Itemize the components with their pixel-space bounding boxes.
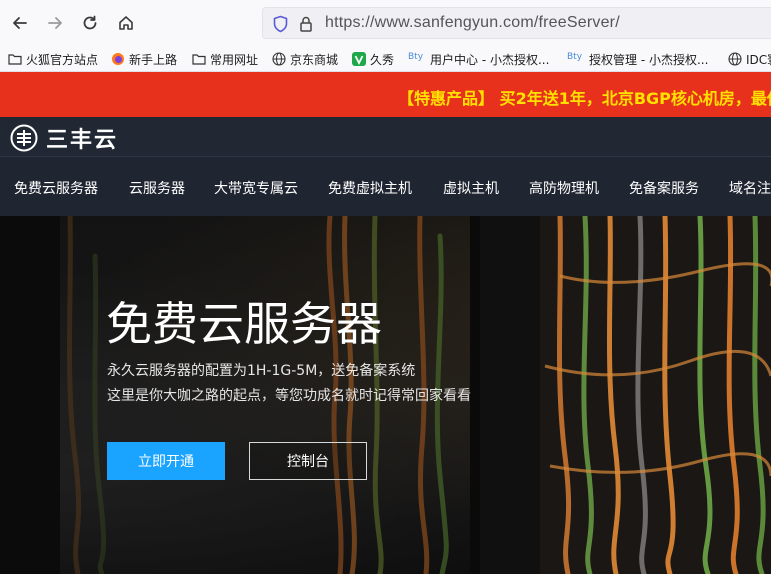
console-button[interactable]: 控制台 xyxy=(249,442,367,480)
url-text[interactable]: https://www.sanfengyun.com/freeServer/ xyxy=(325,14,620,32)
forward-button[interactable] xyxy=(41,9,69,37)
bookmark-item[interactable]: Bty 授权管理 - 小杰授权... xyxy=(567,50,708,68)
nav-item-bandwidth-cloud[interactable]: 大带宽专属云 xyxy=(214,178,298,198)
globe-icon xyxy=(728,52,742,66)
nav-item-free-cloud-server[interactable]: 免费云服务器 xyxy=(14,178,98,198)
bookmark-item[interactable]: IDC寰 xyxy=(728,50,771,68)
firefox-icon xyxy=(112,53,124,65)
bty-icon: Bty xyxy=(408,52,424,62)
lock-icon[interactable] xyxy=(299,15,313,33)
bookmark-item[interactable]: Bty 用户中心 - 小杰授权... xyxy=(408,50,549,68)
shield-icon[interactable] xyxy=(272,15,289,33)
bookmark-label: IDC寰 xyxy=(746,52,771,67)
bookmark-item[interactable]: 火狐官方站点 xyxy=(8,50,98,68)
promo-banner[interactable]: 【特惠产品】 买2年送1年，北京BGP核心机房，最低 xyxy=(0,72,771,117)
promo-text[interactable]: 【特惠产品】 买2年送1年，北京BGP核心机房，最低 xyxy=(398,85,771,109)
folder-icon xyxy=(8,54,22,65)
browser-toolbar: https://www.sanfengyun.com/freeServer/ xyxy=(0,0,771,46)
bookmark-label: 用户中心 - 小杰授权... xyxy=(430,52,550,67)
bookmark-label: 新手上路 xyxy=(129,52,178,67)
logo-text: 三丰云 xyxy=(46,128,119,153)
bookmark-item[interactable]: 常用网址 xyxy=(192,50,258,68)
arrow-left-icon xyxy=(13,17,27,29)
reload-button[interactable] xyxy=(76,9,104,37)
main-nav: 免费云服务器 云服务器 大带宽专属云 免费虚拟主机 虚拟主机 高防物理机 免备案… xyxy=(0,157,771,216)
hero-section: 免费云服务器 永久云服务器的配置为1H-1G-5M，送免备案系统 这里是你大咖之… xyxy=(0,216,771,574)
bookmark-item[interactable]: 新手上路 xyxy=(111,50,177,68)
nav-item-no-icp-service[interactable]: 免备案服务 xyxy=(629,178,699,198)
bookmark-label: 授权管理 - 小杰授权... xyxy=(589,52,709,67)
bookmark-item[interactable]: 久秀 xyxy=(352,50,394,68)
bty-icon: Bty xyxy=(567,52,583,62)
home-icon xyxy=(119,16,133,30)
nav-item-cloud-server[interactable]: 云服务器 xyxy=(129,178,185,198)
site-header: 三丰云 xyxy=(0,117,771,157)
v-icon xyxy=(352,52,366,66)
address-bar[interactable]: https://www.sanfengyun.com/freeServer/ xyxy=(262,7,771,39)
hero-title: 免费云服务器 xyxy=(106,297,382,351)
logo-icon xyxy=(10,124,38,152)
arrow-right-icon xyxy=(48,17,62,29)
back-button[interactable] xyxy=(6,9,34,37)
open-now-button[interactable]: 立即开通 xyxy=(107,442,225,480)
hero-description-line-2: 这里是你大咖之路的起点，等您功成名就时记得常回家看看 xyxy=(107,388,471,404)
bookmarks-bar: 火狐官方站点 新手上路 常用网址 京东商城 久秀 Bty 用户中心 - 小杰授权… xyxy=(0,46,771,72)
bookmark-label: 京东商城 xyxy=(290,52,339,67)
home-button[interactable] xyxy=(112,9,140,37)
nav-item-ddos-physical[interactable]: 高防物理机 xyxy=(529,178,599,198)
reload-icon xyxy=(83,15,97,30)
folder-icon xyxy=(192,54,206,65)
hero-description-line-1: 永久云服务器的配置为1H-1G-5M，送免备案系统 xyxy=(107,363,416,379)
bookmark-label: 常用网址 xyxy=(210,52,259,67)
bookmark-item[interactable]: 京东商城 xyxy=(272,50,338,68)
site-logo[interactable]: 三丰云 xyxy=(10,122,118,154)
nav-item-domain[interactable]: 域名注 xyxy=(729,178,771,198)
nav-item-virtual-host[interactable]: 虚拟主机 xyxy=(443,178,499,198)
bookmark-label: 久秀 xyxy=(370,52,395,67)
nav-item-free-virtual-host[interactable]: 免费虚拟主机 xyxy=(328,178,412,198)
globe-icon xyxy=(272,52,286,66)
bookmark-label: 火狐官方站点 xyxy=(26,52,99,67)
